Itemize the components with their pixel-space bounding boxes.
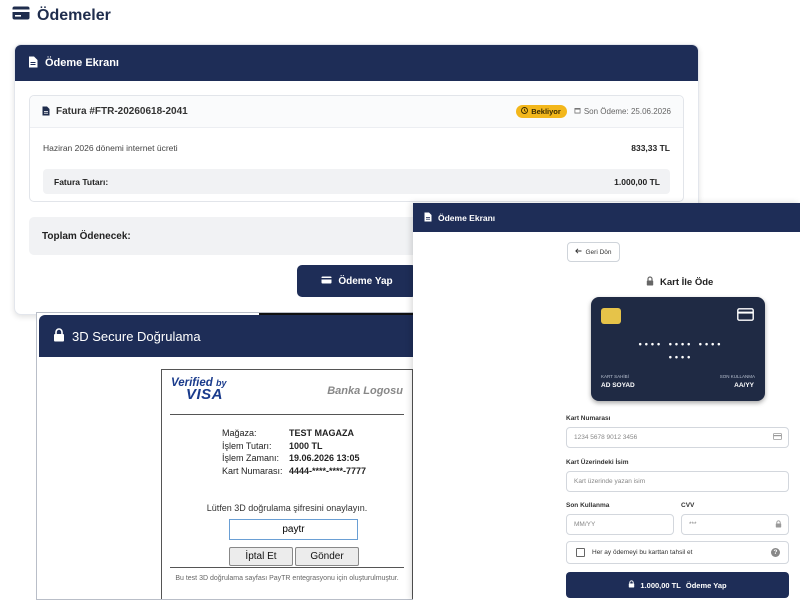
- payment-card-title: Ödeme Ekranı: [45, 57, 119, 69]
- cvv-placeholder: ***: [689, 521, 697, 528]
- invoice-icon: [42, 103, 50, 121]
- card-name-placeholder: Kart üzerinde yazan isim: [574, 478, 646, 485]
- invoice-box: Fatura #FTR-20260618-2041 Bekliyor Son Ö…: [29, 95, 684, 202]
- card-panel-title: Ödeme Ekranı: [438, 212, 496, 223]
- lock-icon: [53, 327, 65, 345]
- card-panel-body: Geri Dön Kart İle Öde •••• •••• •••• •••…: [413, 232, 800, 600]
- txn-row-merchant: Mağaza: TEST MAGAZA: [222, 427, 366, 440]
- otp-prompt: Lütfen 3D doğrulama şifresini onaylayın.: [206, 503, 368, 513]
- recurring-checkbox[interactable]: [576, 548, 585, 557]
- line-description: Haziran 2026 dönemi internet ücreti: [43, 143, 178, 153]
- expiry-input[interactable]: MM/YY: [566, 514, 674, 535]
- due-date: Son Ödeme: 25.06.2026: [574, 107, 671, 116]
- submit-payment-button[interactable]: 1.000,00 TL Ödeme Yap: [566, 572, 789, 598]
- transaction-details: Mağaza: TEST MAGAZA İşlem Tutarı: 1000 TL …: [222, 427, 366, 477]
- verified-by-visa-logo: Verified by VISA: [171, 377, 226, 403]
- txn-row-time: İşlem Zamanı: 19.06.2026 13:05: [222, 452, 366, 465]
- line-amount: 833,33 TL: [631, 143, 670, 153]
- pay-with-card-text: Kart İle Öde: [660, 277, 714, 288]
- card-payment-panel: Ödeme Ekranı Geri Dön Kart İle Öde •••• …: [413, 203, 800, 600]
- txn-value: 4444-****-****-7777: [289, 465, 367, 476]
- card-holder-value: AD SOYAD: [601, 382, 635, 389]
- expiry-label: Son Kullanma: [566, 502, 610, 509]
- back-button-label: Geri Dön: [585, 248, 612, 256]
- brand-row: Verified by VISA Banka Logosu: [171, 377, 403, 414]
- status-badge: Bekliyor: [516, 105, 567, 118]
- divider: [170, 567, 404, 568]
- card-number-input[interactable]: 1234 5678 9012 3456: [566, 427, 789, 448]
- invoice-header: Fatura #FTR-20260618-2041 Bekliyor Son Ö…: [30, 96, 683, 128]
- card-name-label: Kart Üzerindeki İsim: [566, 459, 629, 466]
- card-number-mask-line: •••• •••• ••••: [638, 339, 724, 349]
- invoice-total-label: Fatura Tutarı:: [54, 176, 109, 187]
- invoice-number: Fatura #FTR-20260618-2041: [56, 106, 188, 117]
- txn-key: İşlem Zamanı:: [222, 453, 280, 463]
- status-label: Bekliyor: [531, 107, 561, 116]
- acs-footer-note: Bu test 3D doğrulama sayfası PayTR enteg…: [175, 575, 399, 582]
- arrow-left-icon: [575, 248, 582, 256]
- card-number-mask: •••• •••• •••• ••••: [621, 338, 741, 364]
- txn-key: İşlem Tutarı:: [222, 440, 272, 451]
- submit-label: Ödeme Yap: [685, 580, 727, 590]
- chip-icon: [601, 308, 621, 324]
- cvv-label: CVV: [681, 502, 695, 509]
- cvv-input[interactable]: ***: [681, 514, 789, 535]
- grand-total-label: Toplam Ödenecek:: [42, 230, 131, 242]
- card-number-placeholder: 1234 5678 9012 3456: [574, 434, 638, 441]
- submit-button[interactable]: Gönder: [295, 547, 359, 566]
- card-brand-icon: [737, 308, 754, 326]
- clock-icon: [521, 107, 529, 116]
- bank-logo: Banka Logosu: [327, 385, 403, 397]
- page-title: Ödemeler: [37, 6, 111, 24]
- pay-with-card-title: Kart İle Öde: [646, 276, 713, 289]
- txn-key: Mağaza:: [222, 428, 257, 438]
- due-date-text: Son Ödeme: 25.06.2026: [583, 107, 671, 116]
- visa-text: VISA: [186, 386, 224, 403]
- recurring-payment-option[interactable]: Her ay ödemeyi bu karttan tahsil et ?: [566, 541, 789, 564]
- help-icon[interactable]: ?: [771, 548, 780, 557]
- cancel-button[interactable]: İptal Et: [229, 547, 293, 566]
- acs-frame: Verified by VISA Banka Logosu Mağaza: TES…: [161, 369, 413, 599]
- txn-value: 1000 TL: [289, 440, 323, 451]
- expiry-placeholder: MM/YY: [574, 521, 596, 528]
- submit-amount: 1.000,00 TL: [640, 580, 681, 590]
- otp-input[interactable]: [229, 519, 358, 540]
- txn-row-amount: İşlem Tutarı: 1000 TL: [222, 440, 366, 453]
- credit-card-icon: [12, 6, 30, 25]
- document-icon: [28, 56, 38, 71]
- pay-button[interactable]: Ödeme Yap: [297, 265, 417, 297]
- pay-button-label: Ödeme Yap: [338, 275, 393, 287]
- txn-value: 19.06.2026 13:05: [289, 453, 360, 463]
- grand-total-row: Toplam Ödenecek:: [29, 217, 429, 255]
- divider: [170, 414, 404, 415]
- card-panel-header: Ödeme Ekranı: [413, 203, 800, 232]
- document-icon: [424, 212, 432, 224]
- lock-icon: [775, 520, 782, 530]
- calendar-icon: [574, 107, 581, 116]
- credit-card-preview: •••• •••• •••• •••• KART SAHİBİ AD SOYAD…: [591, 297, 765, 401]
- lock-icon: [628, 580, 635, 590]
- txn-value: TEST MAGAZA: [289, 428, 354, 438]
- secure-3d-title: 3D Secure Doğrulama: [72, 328, 201, 344]
- txn-key: Kart Numarası:: [222, 465, 283, 476]
- recurring-label: Her ay ödemeyi bu karttan tahsil et: [592, 549, 693, 556]
- back-button[interactable]: Geri Dön: [567, 242, 620, 262]
- lock-icon: [646, 276, 654, 289]
- txn-row-card: Kart Numarası: 4444-****-****-7777: [222, 465, 366, 478]
- card-number-mask-line: ••••: [668, 352, 694, 362]
- card-expiry-value: AA/YY: [734, 382, 754, 389]
- card-name-input[interactable]: Kart üzerinde yazan isim: [566, 471, 789, 492]
- card-expiry-label: SON KULLANMA: [719, 374, 755, 379]
- card-holder-label: KART SAHİBİ: [601, 374, 629, 379]
- invoice-line-item: Haziran 2026 dönemi internet ücreti 833,…: [43, 143, 670, 153]
- card-icon: [321, 276, 332, 287]
- invoice-total-row: Fatura Tutarı: 1.000,00 TL: [43, 169, 670, 194]
- page-header: Ödemeler: [12, 6, 111, 25]
- invoice-total-value: 1.000,00 TL: [614, 176, 660, 187]
- card-number-label: Kart Numarası: [566, 415, 611, 422]
- card-icon: [773, 433, 782, 442]
- payment-card-header: Ödeme Ekranı: [15, 45, 698, 81]
